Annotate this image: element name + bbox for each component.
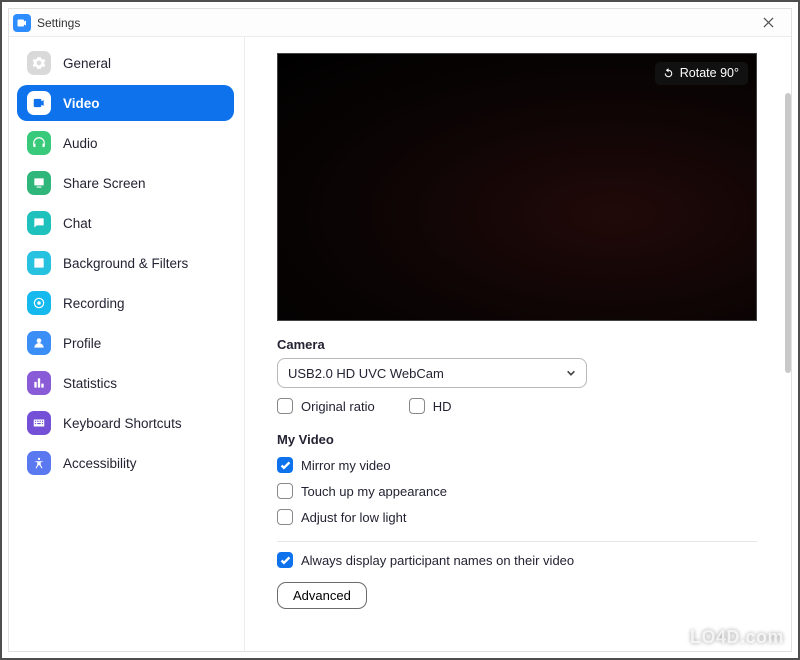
- sidebar-item-background-filters[interactable]: Background & Filters: [17, 245, 234, 281]
- sidebar-item-label: Share Screen: [63, 176, 146, 191]
- sidebar-item-label: Accessibility: [63, 456, 137, 471]
- app-icon: [13, 14, 31, 32]
- sidebar-item-label: Keyboard Shortcuts: [63, 416, 182, 431]
- sidebar-item-general[interactable]: General: [17, 45, 234, 81]
- mirror-my-video-label: Mirror my video: [301, 458, 391, 473]
- video-icon: [27, 91, 51, 115]
- advanced-button[interactable]: Advanced: [277, 582, 367, 609]
- scrollbar[interactable]: [785, 93, 791, 373]
- sidebar-item-label: Video: [63, 96, 100, 111]
- video-preview: Rotate 90°: [277, 53, 757, 321]
- sidebar-item-share-screen[interactable]: Share Screen: [17, 165, 234, 201]
- touch-up-appearance-label: Touch up my appearance: [301, 484, 447, 499]
- sidebar-item-audio[interactable]: Audio: [17, 125, 234, 161]
- recording-icon: [27, 291, 51, 315]
- chevron-down-icon: [566, 368, 576, 378]
- rotate-label: Rotate 90°: [680, 66, 739, 80]
- window-title: Settings: [37, 16, 80, 30]
- divider: [277, 541, 757, 542]
- hd-checkbox[interactable]: [409, 398, 425, 414]
- rotate-icon: [662, 67, 675, 80]
- touch-up-appearance-checkbox[interactable]: [277, 483, 293, 499]
- camera-section-label: Camera: [277, 337, 767, 352]
- settings-window: Settings General Video: [8, 8, 792, 652]
- accessibility-icon: [27, 451, 51, 475]
- mirror-my-video-checkbox[interactable]: [277, 457, 293, 473]
- sidebar-item-statistics[interactable]: Statistics: [17, 365, 234, 401]
- sidebar-item-video[interactable]: Video: [17, 85, 234, 121]
- share-screen-icon: [27, 171, 51, 195]
- video-settings-panel: Rotate 90° Camera USB2.0 HD UVC WebCam O…: [245, 37, 791, 651]
- check-icon: [280, 555, 291, 566]
- camera-select[interactable]: USB2.0 HD UVC WebCam: [277, 358, 587, 388]
- close-button[interactable]: [751, 11, 785, 35]
- gear-icon: [27, 51, 51, 75]
- sidebar-item-profile[interactable]: Profile: [17, 325, 234, 361]
- headphones-icon: [27, 131, 51, 155]
- sidebar-item-label: Recording: [63, 296, 125, 311]
- adjust-low-light-checkbox[interactable]: [277, 509, 293, 525]
- sidebar-item-label: Background & Filters: [63, 256, 188, 271]
- statistics-icon: [27, 371, 51, 395]
- close-icon: [763, 17, 774, 28]
- sidebar-item-label: Profile: [63, 336, 101, 351]
- sidebar-item-accessibility[interactable]: Accessibility: [17, 445, 234, 481]
- original-ratio-checkbox[interactable]: [277, 398, 293, 414]
- sidebar-item-label: General: [63, 56, 111, 71]
- sidebar-item-keyboard-shortcuts[interactable]: Keyboard Shortcuts: [17, 405, 234, 441]
- titlebar: Settings: [9, 9, 791, 37]
- display-participant-names-label: Always display participant names on thei…: [301, 553, 574, 568]
- original-ratio-label: Original ratio: [301, 399, 375, 414]
- background-icon: [27, 251, 51, 275]
- keyboard-icon: [27, 411, 51, 435]
- profile-icon: [27, 331, 51, 355]
- adjust-low-light-label: Adjust for low light: [301, 510, 407, 525]
- rotate-90-button[interactable]: Rotate 90°: [655, 62, 748, 85]
- settings-sidebar: General Video Audio: [9, 37, 245, 651]
- sidebar-item-recording[interactable]: Recording: [17, 285, 234, 321]
- display-participant-names-checkbox[interactable]: [277, 552, 293, 568]
- my-video-section-label: My Video: [277, 432, 767, 447]
- sidebar-item-label: Chat: [63, 216, 92, 231]
- sidebar-item-label: Statistics: [63, 376, 117, 391]
- camera-selected-value: USB2.0 HD UVC WebCam: [288, 366, 444, 381]
- check-icon: [280, 460, 291, 471]
- sidebar-item-label: Audio: [63, 136, 98, 151]
- chat-icon: [27, 211, 51, 235]
- hd-label: HD: [433, 399, 452, 414]
- sidebar-item-chat[interactable]: Chat: [17, 205, 234, 241]
